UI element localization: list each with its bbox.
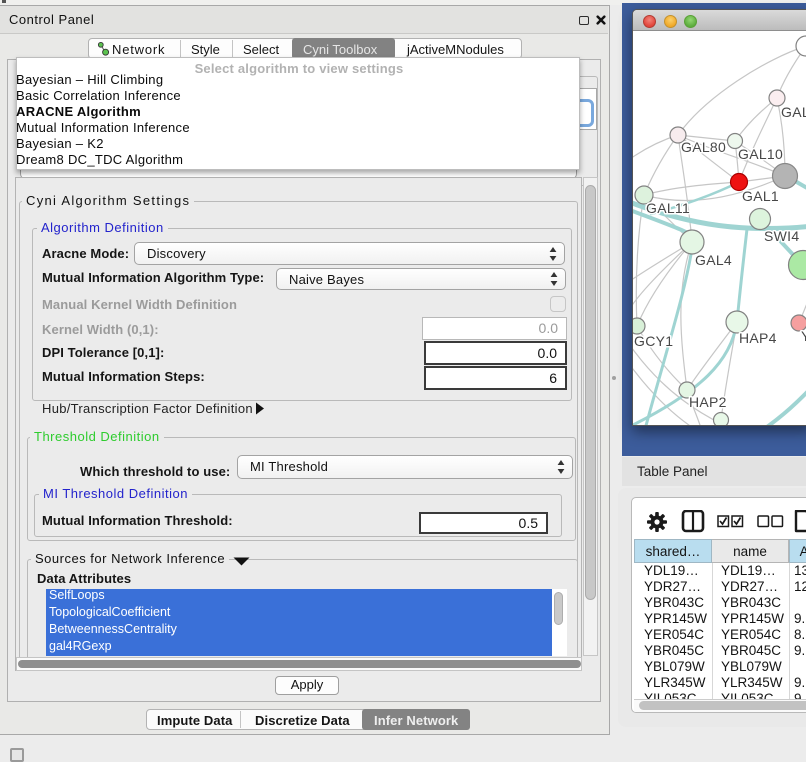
svg-text:GAL: GAL (781, 104, 806, 120)
svg-text:Y: Y (801, 328, 806, 344)
svg-text:GAL11: GAL11 (646, 200, 690, 216)
svg-text:GAL1: GAL1 (742, 188, 779, 204)
svg-text:GAL80: GAL80 (681, 139, 726, 155)
svg-text:HAP4: HAP4 (739, 330, 777, 346)
svg-text:HAP2: HAP2 (689, 394, 727, 410)
svg-text:GAL10: GAL10 (738, 146, 783, 162)
svg-text:SWI4: SWI4 (764, 228, 799, 244)
svg-text:GCY1: GCY1 (634, 333, 673, 349)
svg-text:GAL4: GAL4 (695, 252, 732, 268)
